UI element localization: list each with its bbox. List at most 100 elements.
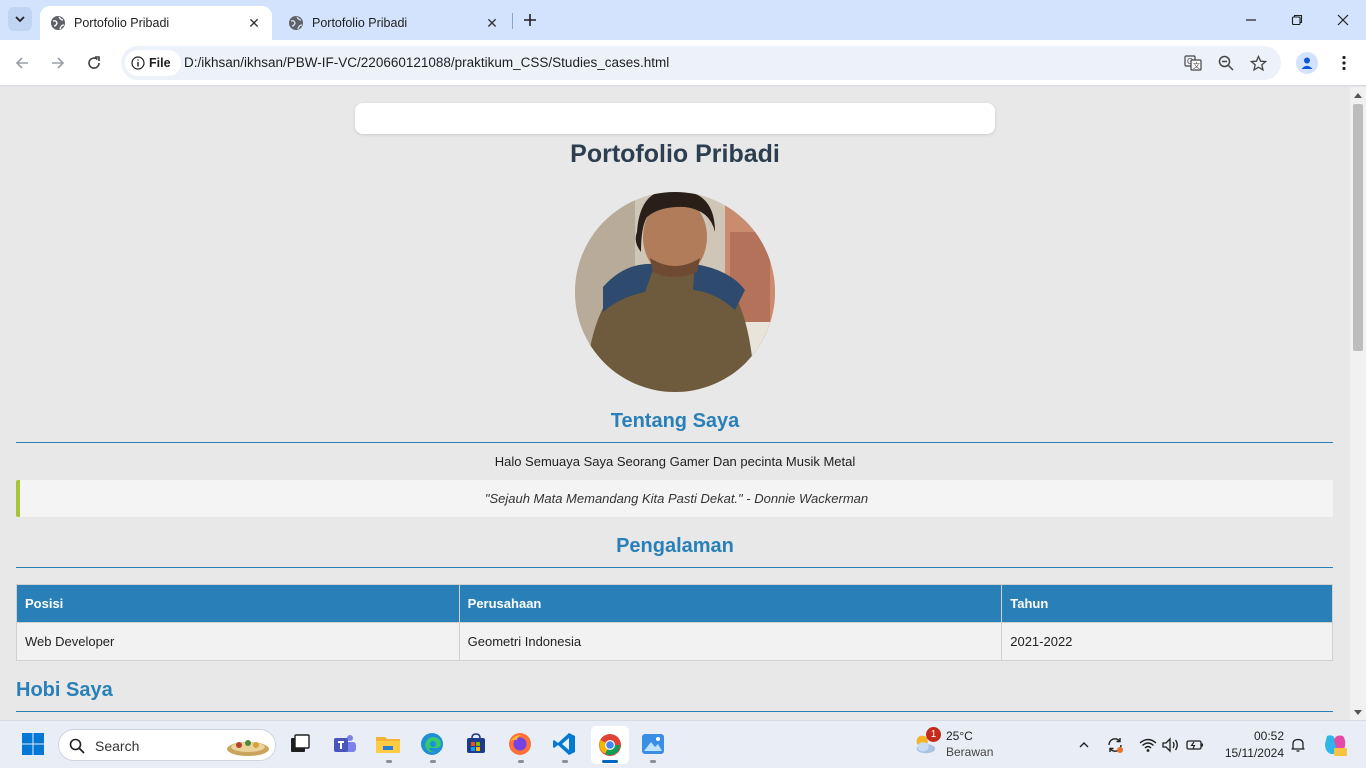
page-scrollbar[interactable] xyxy=(1350,87,1366,720)
close-tab-icon[interactable]: ✕ xyxy=(244,13,264,33)
taskbar-store[interactable] xyxy=(463,731,489,757)
running-indicator xyxy=(562,760,568,763)
taskbar-edge[interactable] xyxy=(419,731,445,757)
tab-separator xyxy=(512,13,513,29)
zoom-out-icon xyxy=(1218,55,1234,71)
clock-date[interactable]: 15/11/2024 xyxy=(1210,746,1284,760)
globe-icon xyxy=(289,16,303,30)
clock-time[interactable]: 00:52 xyxy=(1222,729,1284,743)
sync-tray-button[interactable] xyxy=(1105,735,1125,755)
running-indicator xyxy=(386,760,392,763)
scroll-up-arrow[interactable] xyxy=(1354,93,1362,98)
site-info-chip[interactable]: File xyxy=(125,50,181,76)
minimize-button[interactable] xyxy=(1239,8,1263,32)
taskbar-teams[interactable] xyxy=(331,731,357,757)
firefox-icon xyxy=(509,733,531,755)
show-hidden-icons-button[interactable] xyxy=(1074,735,1094,755)
copilot-button[interactable] xyxy=(1322,732,1348,758)
about-heading: Tentang Saya xyxy=(610,410,740,432)
restore-icon xyxy=(1291,14,1303,26)
profile-button[interactable] xyxy=(1296,52,1318,74)
notification-badge: 1 xyxy=(926,727,941,742)
store-icon xyxy=(467,733,485,753)
wifi-icon xyxy=(1139,738,1157,752)
close-window-button[interactable] xyxy=(1331,8,1355,32)
scroll-thumb[interactable] xyxy=(1353,104,1363,351)
restore-button[interactable] xyxy=(1285,8,1309,32)
star-icon xyxy=(1249,54,1267,71)
active-app-indicator xyxy=(602,760,618,763)
network-button[interactable] xyxy=(1138,735,1158,755)
start-button[interactable] xyxy=(20,731,46,757)
battery-icon xyxy=(1186,740,1203,750)
table-header-cell: Perusahaan xyxy=(458,584,1003,623)
experience-table: Posisi Perusahaan Tahun Web Developer Ge… xyxy=(16,584,1333,661)
chevron-up-icon xyxy=(1079,742,1089,748)
table-cell: Web Developer xyxy=(16,622,460,661)
new-tab-button[interactable] xyxy=(519,9,541,31)
divider xyxy=(16,567,1333,568)
tab-search-button[interactable] xyxy=(8,7,32,31)
table-cell: 2021-2022 xyxy=(1001,622,1333,661)
volume-button[interactable] xyxy=(1160,735,1180,755)
close-icon xyxy=(1337,14,1349,26)
running-indicator xyxy=(518,760,524,763)
more-vert-icon xyxy=(1342,55,1346,71)
bookmark-button[interactable] xyxy=(1246,51,1270,75)
back-button[interactable] xyxy=(10,51,34,75)
scheme-label: File xyxy=(149,56,171,70)
page-navbar xyxy=(355,103,995,134)
minimize-icon xyxy=(1246,19,1256,21)
info-icon xyxy=(131,56,145,70)
table-header-row: Posisi Perusahaan Tahun xyxy=(16,584,1333,623)
taskbar: Search 1 25°C Berawan 00:52 15/11/2024 xyxy=(0,720,1366,768)
tab-inactive[interactable]: Portofolio Pribadi ✕ xyxy=(278,6,510,40)
battery-button[interactable] xyxy=(1185,735,1205,755)
running-indicator xyxy=(430,760,436,763)
running-indicator xyxy=(650,760,656,763)
hobbies-heading: Hobi Saya xyxy=(16,679,113,701)
teams-icon xyxy=(334,735,356,752)
search-label: Search xyxy=(95,738,140,754)
page-viewport: Portofolio Pribadi Tentang Saya Halo Sem… xyxy=(0,87,1350,720)
folder-icon xyxy=(376,737,400,753)
speaker-icon xyxy=(1162,737,1178,753)
quote-text: "Sejauh Mata Memandang Kita Pasti Dekat.… xyxy=(484,491,869,506)
taskbar-file-explorer[interactable] xyxy=(375,731,401,757)
task-view-button[interactable] xyxy=(287,731,313,757)
taskbar-chrome[interactable] xyxy=(591,726,629,764)
reload-button[interactable] xyxy=(82,51,106,75)
scroll-down-arrow[interactable] xyxy=(1354,710,1362,715)
copilot-icon xyxy=(1325,735,1347,756)
tab-active[interactable]: Portofolio Pribadi ✕ xyxy=(40,6,272,40)
person-icon xyxy=(1301,57,1313,69)
search-icon xyxy=(69,738,85,754)
bell-icon xyxy=(1291,738,1305,752)
tab-title: Portofolio Pribadi xyxy=(312,16,408,30)
profile-photo xyxy=(575,192,775,392)
table-row: Web Developer Geometri Indonesia 2021-20… xyxy=(16,622,1333,661)
zoom-button[interactable] xyxy=(1214,51,1238,75)
close-tab-icon[interactable]: ✕ xyxy=(482,13,502,33)
translate-icon: G文 xyxy=(1184,55,1202,71)
table-cell: Geometri Indonesia xyxy=(458,622,1003,661)
taskbar-firefox[interactable] xyxy=(507,731,533,757)
url-text[interactable]: D:/ikhsan/ikhsan/PBW-IF-VC/220660121088/… xyxy=(184,55,669,70)
taskbar-search[interactable]: Search xyxy=(58,729,276,761)
plus-icon xyxy=(524,14,536,26)
translate-button[interactable]: G文 xyxy=(1181,51,1205,75)
taskbar-vscode[interactable] xyxy=(551,731,577,757)
taskbar-photos[interactable] xyxy=(640,731,666,757)
globe-icon xyxy=(51,16,65,30)
svg-text:文: 文 xyxy=(1193,61,1200,70)
forward-arrow-icon xyxy=(52,57,65,69)
table-header-cell: Posisi xyxy=(16,584,460,623)
address-bar[interactable]: File D:/ikhsan/ikhsan/PBW-IF-VC/22066012… xyxy=(121,46,1281,80)
notifications-button[interactable] xyxy=(1288,735,1308,755)
chrome-icon xyxy=(599,734,621,756)
forward-button[interactable] xyxy=(46,51,70,75)
weather-desc: Berawan xyxy=(946,745,994,759)
browser-menu-button[interactable] xyxy=(1334,51,1354,75)
divider xyxy=(16,442,1333,443)
tab-title: Portofolio Pribadi xyxy=(74,16,170,30)
